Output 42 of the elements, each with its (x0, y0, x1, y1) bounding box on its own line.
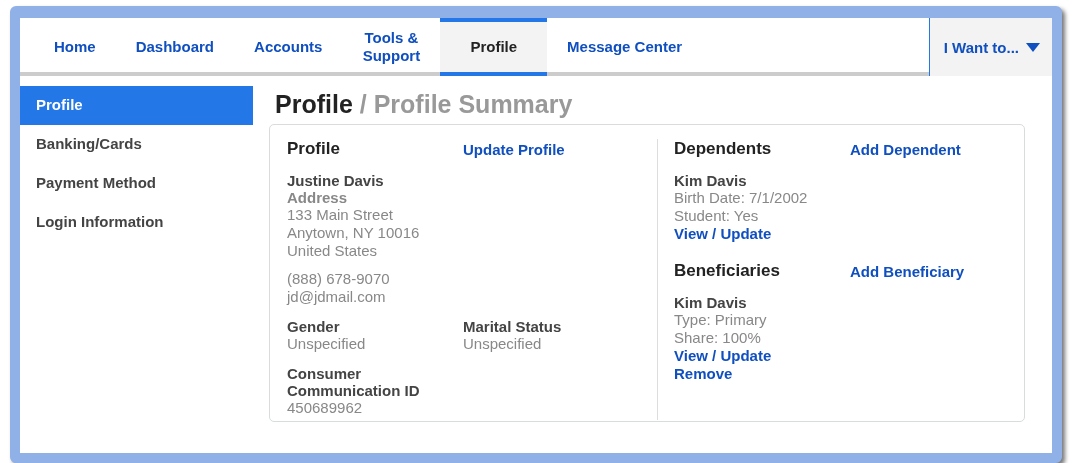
field-value: Unspecified (463, 335, 543, 353)
add-link[interactable]: Add Dependent (850, 140, 961, 158)
update-profile-link[interactable]: Update Profile (463, 140, 565, 158)
i-want-to-menu[interactable]: I Want to... (928, 18, 1052, 76)
sidebar-item[interactable]: Login Information (20, 203, 253, 242)
address-line: United States (287, 242, 379, 260)
section-heading: Profile (287, 139, 341, 159)
caret-icon (1026, 42, 1040, 52)
detail-line: Type: Primary (674, 311, 768, 329)
page-subtitle: / Profile Summary (359, 90, 573, 118)
field-label: Address (287, 189, 349, 206)
sidebar-item[interactable]: Profile (20, 86, 253, 125)
field-label: Marital Status (463, 318, 563, 335)
person-name: Kim Davis (674, 294, 748, 311)
nav-tab[interactable]: Tools & Support (342, 18, 441, 76)
section-heading: Beneficiaries (674, 261, 781, 281)
nav-tab[interactable]: Dashboard (115, 18, 235, 76)
field-label: Gender (287, 318, 341, 335)
action-link[interactable]: Remove (674, 365, 965, 383)
nav-tab[interactable]: Accounts (234, 18, 343, 76)
action-link[interactable]: View / Update (674, 225, 965, 243)
person-name: Kim Davis (674, 172, 748, 189)
contact-line: (888) 678-9070 (287, 270, 391, 288)
address-line: Anytown, NY 10016 (287, 224, 421, 242)
section-heading: Dependents (674, 139, 773, 159)
contact-line: jd@jdmail.com (287, 288, 387, 306)
field-label: Consumer Communication ID (287, 365, 421, 399)
sidebar-item[interactable]: Banking/Cards (20, 125, 253, 164)
field-value: Unspecified (287, 335, 367, 353)
action-link[interactable]: View / Update (674, 347, 965, 365)
address-line: 133 Main Street (287, 206, 394, 224)
profile-name: Justine Davis (287, 172, 385, 189)
page-title: Profile (275, 90, 353, 118)
nav-tab[interactable]: Message Center (547, 18, 703, 76)
detail-line: Share: 100% (674, 329, 762, 347)
detail-line: Student: Yes (674, 207, 760, 225)
field-value: 450689962 (287, 399, 364, 417)
nav-tab[interactable]: Profile (440, 18, 548, 76)
add-link[interactable]: Add Beneficiary (850, 262, 965, 280)
nav-tab[interactable]: Home (34, 18, 116, 76)
detail-line: Birth Date: 7/1/2002 (674, 189, 809, 207)
sidebar-item[interactable]: Payment Method (20, 164, 253, 203)
